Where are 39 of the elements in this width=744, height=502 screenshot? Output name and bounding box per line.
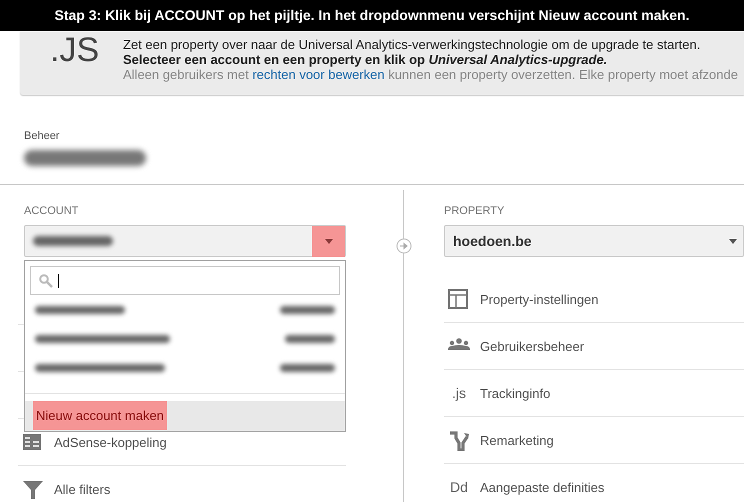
menu-item[interactable]: Trackinginfo <box>480 386 550 400</box>
menu-item[interactable]: Gebruikersbeheer <box>480 338 584 354</box>
link[interactable]: rechten voor bewerken <box>252 67 385 82</box>
blurred-account[interactable] <box>35 364 165 372</box>
blurred-id <box>285 334 335 342</box>
dropdown-arrow-highlight[interactable] <box>312 226 345 256</box>
fork-icon <box>448 430 470 450</box>
icon-text: .js <box>451 385 467 401</box>
js-icon-text: .JS <box>49 33 100 69</box>
table-icon <box>22 432 44 452</box>
blurred-account[interactable] <box>35 306 125 314</box>
menu-item[interactable]: Property-instellingen <box>480 292 599 306</box>
arrow-circle-icon <box>396 238 412 254</box>
menu-item[interactable]: Aangepaste definities <box>480 480 604 494</box>
account-select[interactable] <box>24 225 346 257</box>
notice-text: Alleen gebruikers met rechten voor bewerken kunnen een property overzetten. Elke property moet afzonde <box>123 67 738 82</box>
menu-item[interactable]: Alle filters <box>54 482 110 496</box>
caret-icon <box>729 238 737 244</box>
caption-bar: Stap 3: Klik bij ACCOUNT op het pijltje. In het dropdownmenu verschijnt Nieuw account maken. <box>0 0 744 31</box>
section-label: Beheer <box>24 130 60 142</box>
icon-text: Dd <box>449 479 469 495</box>
create-account-row[interactable]: Nieuw account maken <box>25 393 345 431</box>
blurred-account[interactable] <box>35 334 170 342</box>
column-label: PROPERTY <box>444 205 506 219</box>
blurred-id <box>280 306 335 314</box>
search-field[interactable] <box>30 266 340 295</box>
search-icon <box>39 274 53 288</box>
blurred-id <box>280 364 335 372</box>
filter-icon <box>22 478 44 500</box>
text-cursor <box>58 274 59 288</box>
menu-item[interactable]: Remarketing <box>480 432 554 448</box>
notice-text: Selecteer een account en een property en klik op Universal Analytics-upgrade. <box>123 52 608 67</box>
caret-icon <box>324 238 332 244</box>
create-account-label[interactable]: Nieuw account maken <box>33 401 167 430</box>
menu-item[interactable]: AdSense-koppeling <box>54 434 167 450</box>
notice-text: Zet een property over naar de Universal Analytics-verwerkingstechnologie om de upgrade te starten. <box>123 37 702 52</box>
property-select[interactable]: hoedoen.be <box>444 225 744 257</box>
column-label: ACCOUNT <box>24 205 80 219</box>
window-icon <box>448 288 470 310</box>
